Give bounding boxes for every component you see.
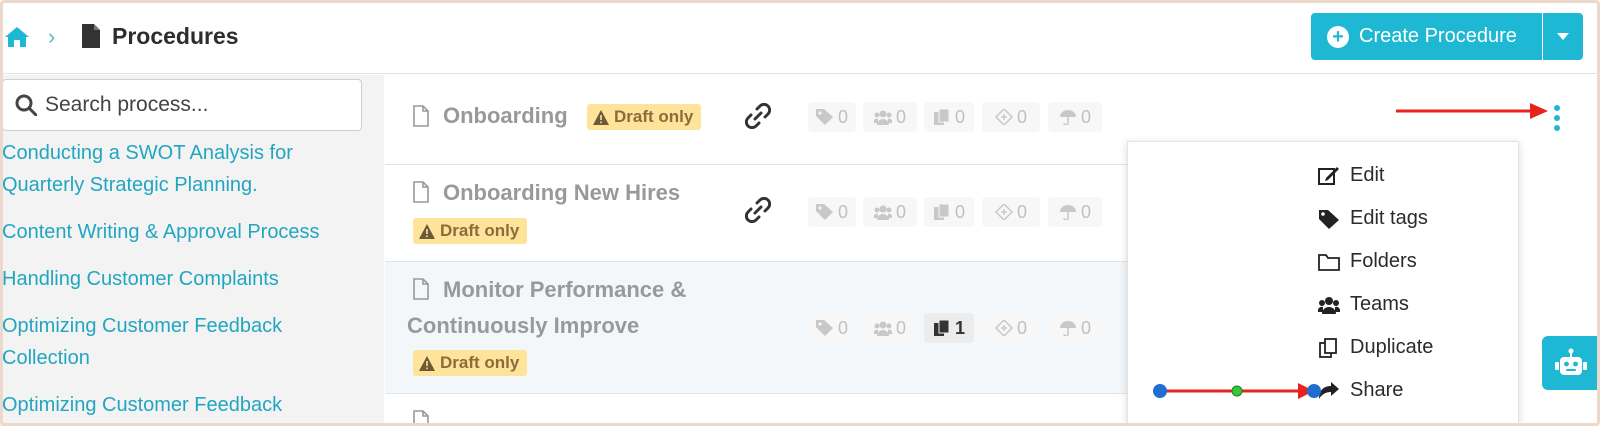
page-title: Procedures <box>112 23 239 49</box>
procedure-title-line2[interactable]: Continuously Improve <box>407 313 639 339</box>
folder-icon <box>1318 253 1340 271</box>
breadcrumb-separator: › <box>48 24 56 49</box>
users-icon <box>873 321 892 336</box>
menu-item-duplicate[interactable]: Duplicate <box>1318 336 1433 359</box>
robot-icon <box>1555 348 1587 375</box>
diamond-icon <box>994 204 1013 220</box>
tag-icon <box>815 204 833 220</box>
file-icon <box>413 181 429 203</box>
search-input[interactable] <box>45 93 345 117</box>
more-options-icon[interactable] <box>1552 104 1562 132</box>
draft-badge: Draft only <box>413 350 528 376</box>
draft-badge: Draft only <box>413 218 528 244</box>
procedure-title[interactable]: Onboarding <box>443 103 568 129</box>
top-header: › Procedures + Create Procedure <box>0 0 1600 74</box>
warning-icon <box>593 109 609 125</box>
file-icon <box>413 105 429 127</box>
file-icon <box>413 278 429 300</box>
procedure-row-onboarding-new-hires[interactable]: Onboarding New Hires Draft only 0 0 0 0 … <box>385 165 1129 262</box>
sidebar-link-complaints[interactable]: Handling Customer Complaints <box>2 263 279 296</box>
copies-count[interactable]: 0 <box>924 102 974 132</box>
tags-count[interactable]: 0 <box>808 102 856 132</box>
warning-icon <box>419 223 435 239</box>
file-icon <box>413 410 429 426</box>
procedure-row-monitor-performance[interactable]: Monitor Performance & Continuously Impro… <box>385 262 1129 394</box>
tag-icon <box>815 109 833 125</box>
menu-item-edit-tags[interactable]: Edit tags <box>1318 207 1428 230</box>
draft-badge-label: Draft only <box>614 107 694 126</box>
users-icon <box>873 110 892 125</box>
steps-count[interactable]: 0 <box>982 313 1040 343</box>
caret-down-icon <box>1557 32 1569 40</box>
sidebar-link-feedback[interactable]: Optimizing Customer Feedback <box>2 310 282 343</box>
procedure-row-partial[interactable] <box>385 394 1129 426</box>
sidebar: Conducting a SWOT Analysis for Quarterly… <box>0 75 384 426</box>
procedure-title-line1[interactable]: Monitor Performance & <box>443 277 686 303</box>
procedure-title[interactable]: Onboarding New Hires <box>443 180 680 206</box>
exceptions-count[interactable]: 0 <box>1048 102 1102 132</box>
menu-item-edit[interactable]: Edit <box>1318 164 1384 187</box>
warning-icon <box>419 355 435 371</box>
users-icon <box>873 205 892 220</box>
link-icon[interactable] <box>745 103 771 129</box>
tags-count[interactable]: 0 <box>808 313 856 343</box>
copy-icon <box>1319 337 1337 358</box>
document-icon <box>82 24 100 48</box>
sidebar-link-content-writing[interactable]: Content Writing & Approval Process <box>2 216 320 249</box>
menu-item-folders[interactable]: Folders <box>1318 250 1417 273</box>
plus-circle-icon: + <box>1327 25 1349 48</box>
create-dropdown-toggle[interactable] <box>1543 13 1583 60</box>
copy-icon <box>933 109 950 125</box>
tag-icon <box>815 320 833 336</box>
share-icon <box>1319 381 1339 399</box>
umbrella-icon <box>1059 110 1076 125</box>
menu-item-teams[interactable]: Teams <box>1318 293 1409 316</box>
tags-count[interactable]: 0 <box>808 197 856 227</box>
sidebar-link-feedback-cont[interactable]: Collection <box>2 342 90 375</box>
copies-count[interactable]: 1 <box>924 313 974 343</box>
tag-icon <box>1319 209 1339 229</box>
link-icon[interactable] <box>745 197 771 223</box>
teams-count[interactable]: 0 <box>863 313 917 343</box>
search-icon <box>15 94 37 116</box>
draft-badge-label: Draft only <box>440 221 520 240</box>
sidebar-link-swot-cont[interactable]: Quarterly Strategic Planning. <box>2 169 258 202</box>
copy-icon <box>933 320 950 336</box>
procedure-row-onboarding[interactable]: Onboarding Draft only 0 0 0 0 0 <box>385 75 1129 165</box>
menu-item-share[interactable]: Share <box>1318 379 1403 402</box>
diamond-icon <box>994 109 1013 125</box>
sidebar-link-feedback-2[interactable]: Optimizing Customer Feedback <box>2 389 282 422</box>
steps-count[interactable]: 0 <box>982 197 1040 227</box>
copies-count[interactable]: 0 <box>924 197 974 227</box>
home-icon[interactable] <box>4 26 30 48</box>
procedure-actions-menu: Edit Edit tags Folders Teams Duplicate S… <box>1127 141 1519 426</box>
create-procedure-label: Create Procedure <box>1359 25 1517 47</box>
search-box[interactable] <box>2 79 362 131</box>
teams-count[interactable]: 0 <box>863 102 917 132</box>
draft-badge: Draft only <box>587 104 702 130</box>
diamond-icon <box>994 320 1013 336</box>
exceptions-count[interactable]: 0 <box>1048 313 1102 343</box>
draft-badge-label: Draft only <box>440 353 520 372</box>
umbrella-icon <box>1059 205 1076 220</box>
teams-count[interactable]: 0 <box>863 197 917 227</box>
users-icon <box>1318 296 1340 314</box>
edit-icon <box>1318 166 1339 185</box>
chatbot-button[interactable] <box>1542 336 1600 390</box>
copy-icon <box>933 204 950 220</box>
sidebar-link-swot[interactable]: Conducting a SWOT Analysis for <box>2 137 293 170</box>
exceptions-count[interactable]: 0 <box>1048 197 1102 227</box>
umbrella-icon <box>1059 321 1076 336</box>
steps-count[interactable]: 0 <box>982 102 1040 132</box>
create-procedure-button[interactable]: + Create Procedure <box>1311 13 1542 60</box>
